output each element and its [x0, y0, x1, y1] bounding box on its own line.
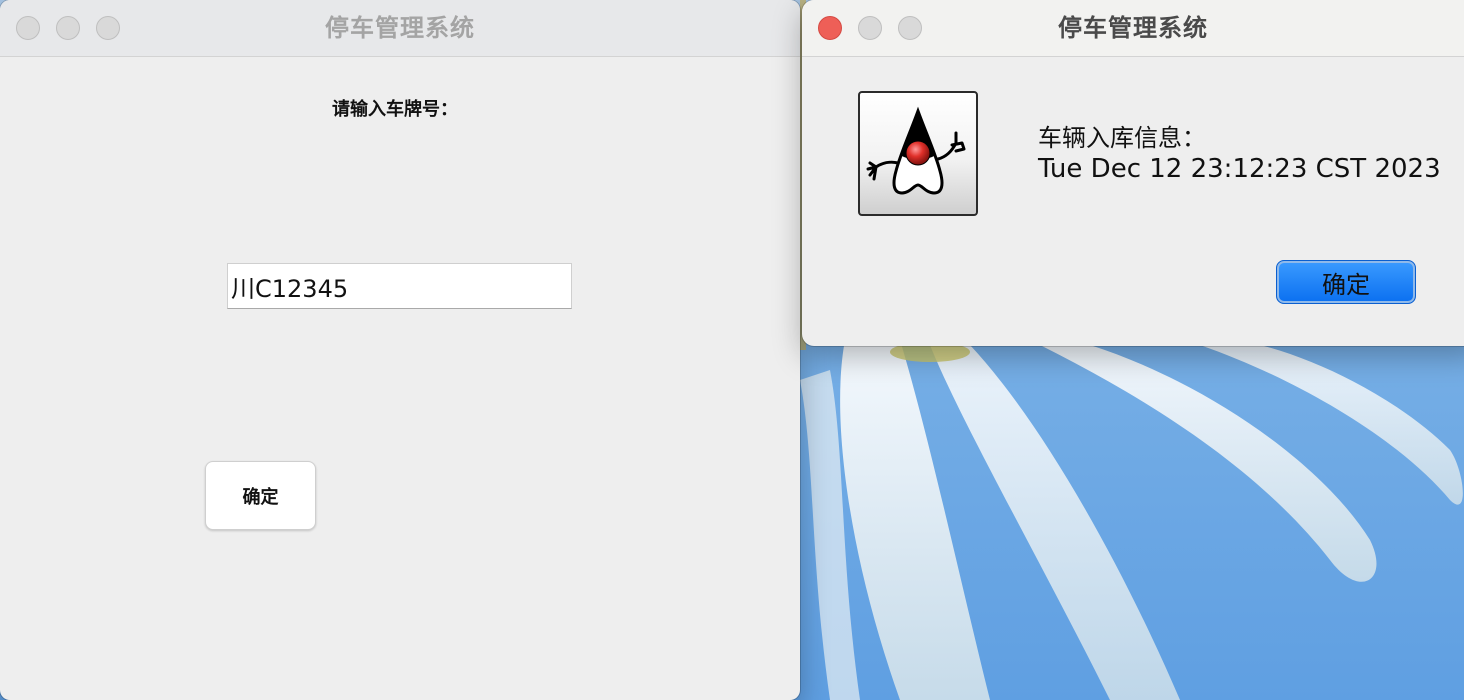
main-window-titlebar[interactable]: 停车管理系统 [0, 0, 800, 57]
dialog-titlebar[interactable]: 停车管理系统 [802, 0, 1464, 57]
confirm-button[interactable]: 确定 [205, 461, 316, 530]
dialog-title: 停车管理系统 [1058, 14, 1208, 42]
window-title: 停车管理系统 [325, 14, 475, 42]
dialog-message-title: 车辆入库信息： [1038, 124, 1206, 152]
main-window: 停车管理系统 请输入车牌号： 确定 [0, 0, 800, 700]
dialog-confirm-button[interactable]: 确定 [1276, 260, 1416, 304]
plate-number-input[interactable] [227, 263, 572, 309]
plate-prompt-label: 请输入车牌号： [332, 99, 458, 120]
message-dialog: 停车管理系统 车辆入库信息： Tue Dec 12 23:12:23 CST 2 [802, 0, 1464, 346]
java-duke-icon [858, 91, 978, 216]
dialog-message-timestamp: Tue Dec 12 23:12:23 CST 2023 [1038, 154, 1441, 184]
